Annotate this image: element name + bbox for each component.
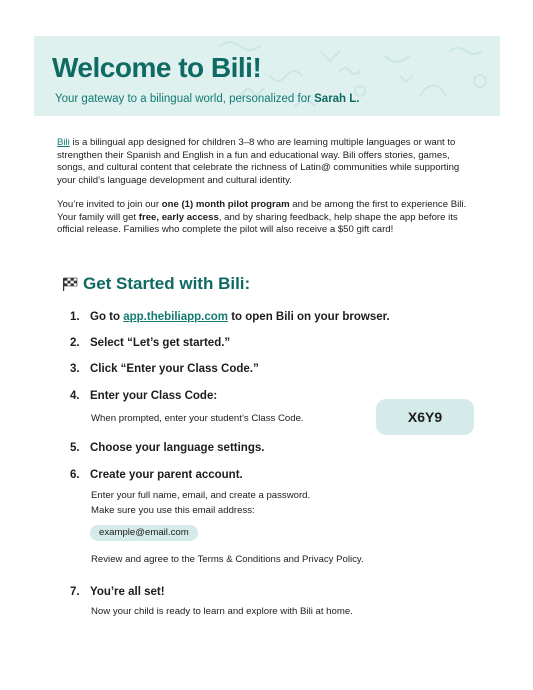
step-number: 6. (70, 469, 80, 481)
step-number: 2. (70, 337, 80, 349)
step-6-detail-2: Make sure you use this email address: (91, 505, 255, 516)
step-number: 3. (70, 363, 80, 375)
step-number: 1. (70, 311, 80, 323)
step-1-pre: Go to (90, 311, 124, 323)
step-number: 4. (70, 390, 80, 402)
step-heading: Create your parent account. (90, 469, 243, 481)
email-address-pill: example@email.com (90, 525, 198, 541)
step-heading: Click “Enter your Class Code.” (90, 363, 259, 375)
step-number: 5. (70, 442, 80, 454)
step-heading: Select “Let’s get started.” (90, 337, 231, 349)
intro-paragraph: Bili is a bilingual app designed for chi… (57, 137, 477, 187)
step-heading: Choose your language settings. (90, 442, 265, 454)
parent-name: Sarah L. (314, 93, 360, 105)
step-1-post: to open Bili on your browser. (228, 311, 390, 323)
step-6-detail-1: Enter your full name, email, and create … (91, 490, 311, 501)
step-4-detail: When prompted, enter your student’s Clas… (91, 413, 304, 424)
pilot-text-a: You’re invited to join our (57, 199, 162, 210)
bili-link[interactable]: Bili (57, 137, 70, 148)
pilot-text-b: one (1) month pilot program (161, 199, 290, 210)
step-7-detail: Now your child is ready to learn and exp… (91, 606, 353, 617)
app-url-link[interactable]: app.thebiliapp.com (123, 311, 228, 323)
step-heading: Enter your Class Code: (90, 390, 218, 402)
pilot-text-d: free, early access (138, 211, 219, 223)
section-title: Get Started with Bili: (83, 274, 251, 293)
page-title: Welcome to Bili! (52, 52, 262, 83)
step-number: 7. (70, 586, 80, 598)
step-6-detail-3: Review and agree to the Terms & Conditio… (91, 554, 364, 565)
step-heading: You’re all set! (90, 586, 165, 598)
checkered-flag-icon (63, 277, 78, 291)
class-code-badge: X6Y9 (376, 399, 474, 435)
step-heading: Go to app.thebiliapp.com to open Bili on… (90, 311, 390, 323)
page-subtitle: Your gateway to a bilingual world, perso… (55, 93, 360, 105)
section-header: Get Started with Bili: (62, 274, 250, 294)
intro-text: is a bilingual app designed for children… (57, 137, 460, 186)
pilot-paragraph: You’re invited to join our one (1) month… (57, 199, 477, 237)
subtitle-text: Your gateway to a bilingual world, perso… (55, 93, 315, 105)
